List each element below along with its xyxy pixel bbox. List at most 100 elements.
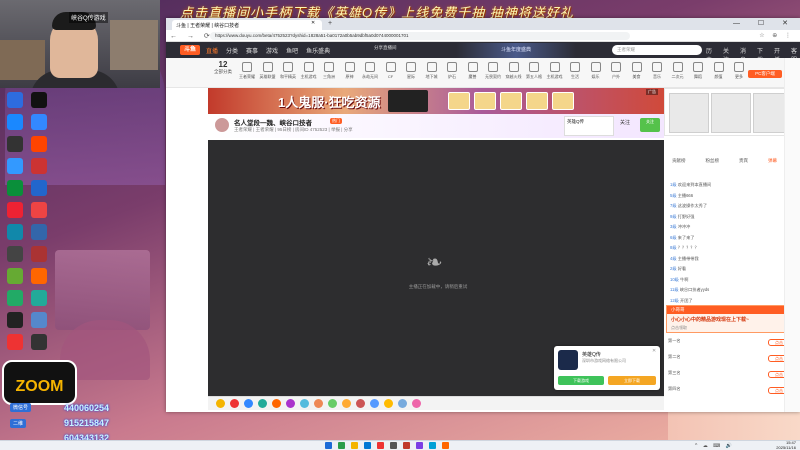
side-tile[interactable]: [669, 93, 709, 133]
category-item[interactable]: 舞蹈: [687, 62, 709, 80]
category-item[interactable]: 地下城: [421, 62, 443, 80]
search-input[interactable]: 王者荣耀: [612, 45, 702, 55]
taskbar-app-icon[interactable]: [429, 442, 436, 449]
all-categories[interactable]: 12 全部分类: [214, 60, 232, 75]
chat-user[interactable]: 1级: [670, 182, 678, 187]
gift-icon[interactable]: [258, 399, 267, 408]
download-game-button[interactable]: 下载游戏: [558, 376, 604, 385]
extension-icons[interactable]: ☆ ⊕ ⋮: [759, 32, 794, 39]
taskbar-app-icon[interactable]: [416, 442, 423, 449]
desktop-app-icon[interactable]: [4, 224, 26, 241]
gift-icon[interactable]: [286, 399, 295, 408]
taskbar-app-icon[interactable]: [364, 442, 371, 449]
category-item[interactable]: 美食: [626, 62, 648, 80]
promo-box[interactable]: 小哥哥 小心小心中的精品游戏现在上下载~ 点击领取: [666, 305, 797, 333]
taskbar-app-icon[interactable]: [403, 442, 410, 449]
category-item[interactable]: 音乐: [646, 62, 668, 80]
video-player[interactable]: ❧ 主播正在加载中，请稍后重试 英雄Q传 深圳市游戏网络有限公司 下载游戏 立即…: [208, 140, 664, 396]
popup-close-icon[interactable]: ✕: [652, 348, 656, 354]
gift-icon[interactable]: [230, 399, 239, 408]
category-item[interactable]: 原神: [339, 62, 361, 80]
follow-button[interactable]: 关注: [640, 118, 660, 132]
gift-icon[interactable]: [356, 399, 365, 408]
desktop-app-icon[interactable]: [28, 312, 50, 329]
desktop-app-icon[interactable]: [28, 224, 50, 241]
category-item[interactable]: 主机游戏: [298, 62, 320, 80]
desktop-app-icon[interactable]: [28, 136, 50, 153]
chat-user[interactable]: 3级: [670, 224, 678, 229]
chat-user[interactable]: 11级: [670, 287, 680, 292]
gift-icon[interactable]: [370, 399, 379, 408]
category-item[interactable]: 炉石: [441, 62, 463, 80]
chat-user[interactable]: 2级: [670, 266, 678, 271]
share-room-label[interactable]: 分享直播间: [374, 45, 397, 50]
desktop-app-icon[interactable]: [4, 136, 26, 153]
clock[interactable]: 15:47 2025/11/16: [776, 440, 796, 450]
category-item[interactable]: 二次元: [667, 62, 689, 80]
tab-close-icon[interactable]: ✕: [311, 20, 315, 26]
category-item[interactable]: 更多: [728, 62, 750, 80]
category-item[interactable]: 娱乐: [585, 62, 607, 80]
douyu-menu-item[interactable]: 游戏: [266, 46, 278, 55]
side-tab[interactable]: 弹幕: [768, 158, 777, 164]
desktop-app-icon[interactable]: [28, 246, 50, 263]
download-now-button[interactable]: 立即下载: [608, 376, 656, 385]
gift-icon[interactable]: [412, 399, 421, 408]
chat-user[interactable]: 10级: [670, 277, 680, 282]
chat-user[interactable]: 12级: [670, 298, 680, 303]
chat-user[interactable]: 9级: [670, 214, 678, 219]
desktop-app-icon[interactable]: [28, 158, 50, 175]
category-item[interactable]: 户外: [605, 62, 627, 80]
gift-icon[interactable]: [342, 399, 351, 408]
category-item[interactable]: 穿越火线: [503, 62, 525, 80]
side-tab[interactable]: 贵宾: [739, 158, 748, 164]
gift-icon[interactable]: [272, 399, 281, 408]
desktop-app-icon[interactable]: [28, 290, 50, 307]
gift-icon[interactable]: [244, 399, 253, 408]
category-item[interactable]: 主机游戏: [544, 62, 566, 80]
douyu-menu-item[interactable]: 鱼乐盛典: [306, 46, 330, 55]
pc-client-button[interactable]: PC客户端: [748, 70, 782, 78]
desktop-app-icon[interactable]: [28, 180, 50, 197]
taskbar-app-icon[interactable]: [338, 442, 345, 449]
douyu-logo[interactable]: 斗鱼: [180, 45, 200, 55]
douyu-menu-item[interactable]: 直播: [206, 46, 218, 55]
side-tile[interactable]: [711, 93, 751, 133]
gift-icon[interactable]: [384, 399, 393, 408]
category-item[interactable]: 颜值: [708, 62, 730, 80]
category-item[interactable]: 无畏契约: [482, 62, 504, 80]
desktop-app-icon[interactable]: [4, 268, 26, 285]
chat-user[interactable]: 8级: [670, 245, 678, 250]
desktop-app-icon[interactable]: [4, 246, 26, 263]
side-tab[interactable]: 粉丝榜: [706, 158, 720, 164]
desktop-app-icon[interactable]: [4, 312, 26, 329]
gift-icon[interactable]: [328, 399, 337, 408]
category-item[interactable]: CF: [380, 62, 402, 79]
desktop-app-icon[interactable]: [4, 92, 26, 109]
gift-icon[interactable]: [398, 399, 407, 408]
desktop-app-icon[interactable]: [28, 268, 50, 285]
desktop-app-icon[interactable]: [4, 202, 26, 219]
desktop-app-icon[interactable]: [28, 202, 50, 219]
side-tab[interactable]: 贡献榜: [672, 158, 686, 164]
address-bar[interactable]: https://www.douyu.com/beta/4752523?dyshi…: [210, 32, 630, 40]
desktop-app-icon[interactable]: [28, 334, 50, 351]
gift-icon[interactable]: [300, 399, 309, 408]
category-item[interactable]: 生活: [564, 62, 586, 80]
douyu-menu-item[interactable]: 赛事: [246, 46, 258, 55]
chat-user[interactable]: 4级: [670, 256, 678, 261]
douyu-menu-item[interactable]: 鱼吧: [286, 46, 298, 55]
chat-user[interactable]: 6级: [670, 235, 678, 240]
ad-banner[interactable]: 1人鬼服·狂吃资源 广告: [208, 88, 664, 114]
category-item[interactable]: 王者荣耀: [236, 62, 258, 80]
chat-user[interactable]: 7级: [670, 203, 678, 208]
desktop-app-icon[interactable]: [28, 114, 50, 131]
taskbar-app-icon[interactable]: [390, 442, 397, 449]
category-item[interactable]: 星际: [400, 62, 422, 80]
category-item[interactable]: 英雄联盟: [257, 62, 279, 80]
system-tray[interactable]: ^ ☁ ⌨ 🔊: [695, 443, 734, 449]
window-controls[interactable]: — ☐ ✕: [733, 19, 796, 27]
browser-tab[interactable]: 斗鱼 | 王者荣耀 | 峡谷口技者: [172, 20, 322, 30]
nav-buttons[interactable]: ← → ⟳: [170, 32, 214, 40]
streamer-avatar[interactable]: [214, 117, 230, 133]
